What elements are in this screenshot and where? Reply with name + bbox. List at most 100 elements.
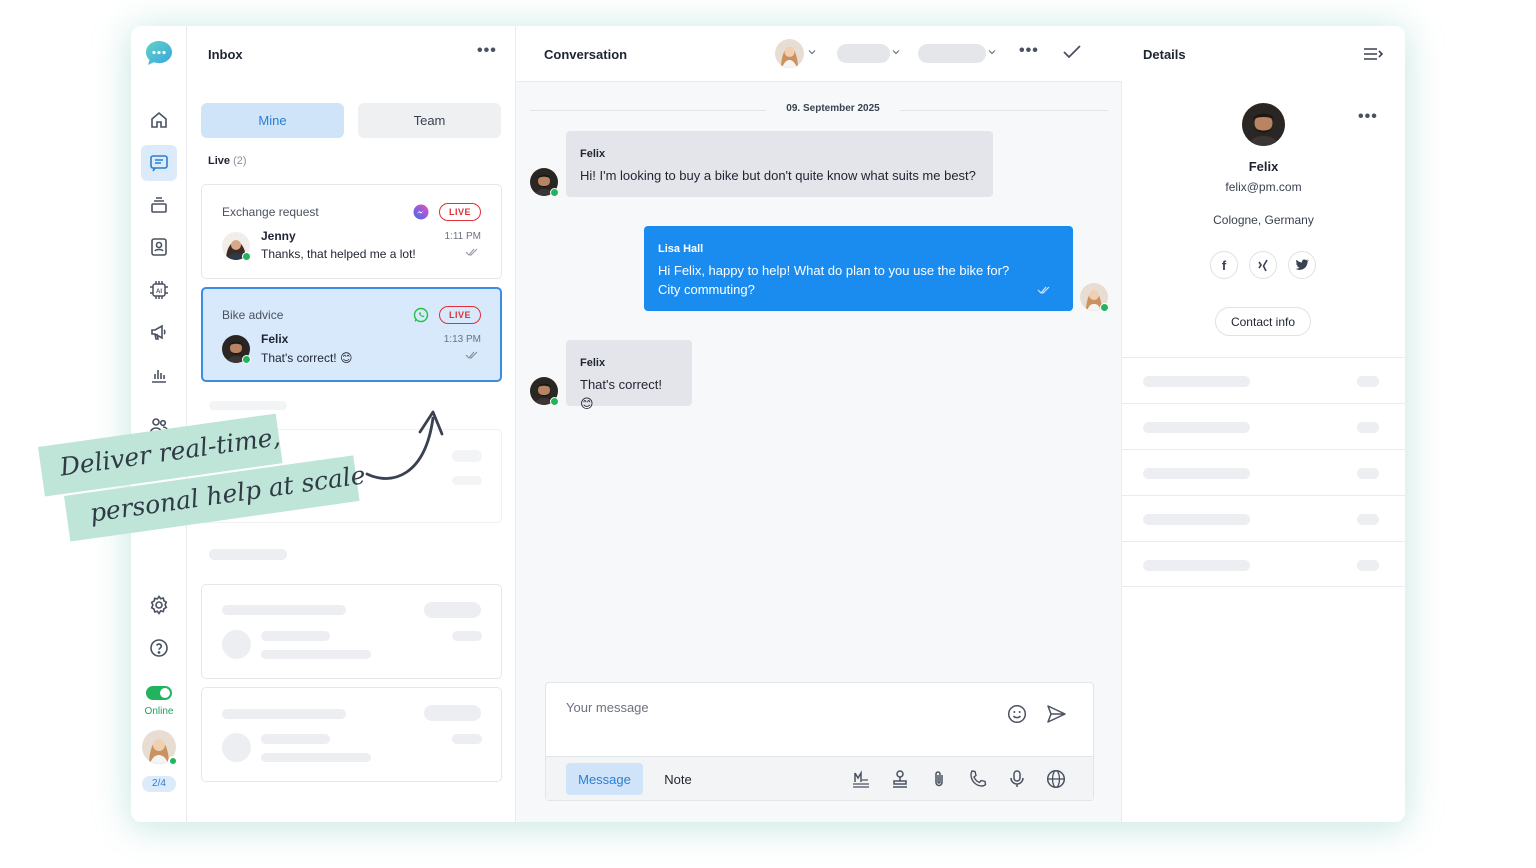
skeleton-pill [424,705,481,721]
conversations-icon[interactable] [141,145,177,181]
live-section-heading: Live (2) [208,155,247,167]
skeleton-pill [452,734,482,744]
skeleton-card [201,584,502,679]
contact-name: Felix [1248,159,1279,174]
skeleton-line [261,734,330,744]
markdown-icon[interactable] [851,769,871,789]
inbox-title: Inbox [208,47,243,62]
details-more-icon[interactable]: ••• [1358,108,1378,126]
card-subject: Bike advice [222,308,284,322]
message-preview: Thanks, that helped me a lot! [261,247,416,261]
phone-icon[interactable] [968,769,988,789]
details-panel: Details ••• Felix felix@pm.com Cologne, … [1122,26,1405,822]
chevron-down-icon[interactable] [988,48,996,56]
skeleton-card [201,687,502,782]
page-counter-badge: 2/4 [142,776,176,792]
resolve-checkmark-icon[interactable] [1062,44,1082,60]
megaphone-icon[interactable] [141,314,177,350]
message-sender: Felix [580,357,606,369]
live-count: (2) [233,155,247,167]
conversation-card[interactable]: Exchange request LIVE Jenny Thanks, that… [201,184,502,279]
send-icon[interactable] [1046,704,1067,724]
outgoing-message: Lisa Hall Hi Felix, happy to help! What … [644,226,1073,311]
skeleton-line [261,650,371,659]
collapse-panel-icon[interactable] [1363,47,1384,61]
status-dropdown[interactable] [837,44,890,63]
live-badge: LIVE [439,203,481,221]
home-icon[interactable] [141,102,177,138]
help-icon[interactable] [141,630,177,666]
conversation-title: Conversation [544,47,628,62]
skeleton-line [209,401,287,410]
online-indicator [550,397,559,406]
skeleton-pill [1357,422,1379,433]
chat-logo-icon[interactable] [145,40,173,66]
read-receipt-icon [465,248,478,256]
message-time: 1:11 PM [444,231,482,242]
chevron-down-icon[interactable] [892,48,900,56]
emoji-icon[interactable] [1007,704,1027,724]
left-sidebar: AI Online 2/4 [131,26,187,822]
online-indicator [242,355,251,364]
details-skeleton-row [1122,495,1405,541]
live-label: Live [208,155,231,167]
details-title: Details [1143,47,1186,62]
skeleton-line [222,605,346,615]
tab-note[interactable]: Note [653,763,703,795]
skeleton-avatar [222,733,251,762]
skeleton-line [1143,468,1250,479]
details-skeleton-row [1122,357,1405,403]
tab-mine[interactable]: Mine [201,103,344,138]
globe-icon[interactable] [1046,769,1066,789]
message-sender: Felix [580,148,606,160]
tab-message[interactable]: Message [566,763,643,795]
skeleton-pill [424,602,481,618]
ai-chip-icon[interactable]: AI [141,272,177,308]
microphone-icon[interactable] [1007,769,1027,789]
stamp-icon[interactable] [890,769,910,789]
message-sender: Lisa Hall [658,243,704,255]
priority-dropdown[interactable] [918,44,986,63]
xing-icon[interactable] [1249,251,1277,279]
live-badge: LIVE [439,306,481,324]
message-composer: Message Note [545,682,1094,801]
skeleton-pill [1357,514,1379,525]
facebook-icon[interactable]: f [1210,251,1238,279]
message-text: Hi Felix, happy to help! What do plan to… [658,263,1010,297]
message-text: Hi! I'm looking to buy a bike but don't … [580,168,976,183]
contacts-icon[interactable] [141,229,177,265]
whatsapp-icon [413,307,429,323]
message-time: 1:13 PM [443,334,481,345]
conversation-more-icon[interactable]: ••• [1019,42,1039,60]
app-window: AI Online 2/4 Inbox ••• Mine Team Live (… [131,26,1405,822]
conversation-card-selected[interactable]: Bike advice LIVE Felix That's correct! 😊… [201,287,502,382]
read-receipt-icon [1037,286,1050,294]
message-text: That's correct! 😊 [580,377,662,411]
skeleton-line [209,549,287,560]
date-label: 09. September 2025 [766,103,900,114]
stack-icon[interactable] [141,187,177,223]
inbox-more-icon[interactable]: ••• [477,42,497,60]
skeleton-pill [1357,560,1379,571]
skeleton-pill [452,476,482,485]
analytics-icon[interactable] [141,357,177,393]
details-skeleton-row [1122,541,1405,587]
tab-team[interactable]: Team [358,103,501,138]
online-toggle[interactable] [146,686,172,700]
details-skeleton-row [1122,449,1405,495]
assignee-avatar[interactable] [775,39,804,68]
twitter-icon[interactable] [1288,251,1316,279]
skeleton-pill [452,631,482,641]
attachment-icon[interactable] [929,769,949,789]
skeleton-line [222,709,346,719]
message-input[interactable] [566,700,986,715]
skeleton-pill [1357,468,1379,479]
conversation-header: Conversation ••• [516,26,1122,82]
online-indicator [550,188,559,197]
conversation-panel: Conversation ••• 09. September 2025 Feli… [516,26,1122,822]
chevron-down-icon[interactable] [808,48,816,56]
settings-gear-icon[interactable] [141,587,177,623]
contact-name: Jenny [261,229,296,243]
contact-info-button[interactable]: Contact info [1215,307,1311,336]
contact-name: Felix [261,332,289,346]
